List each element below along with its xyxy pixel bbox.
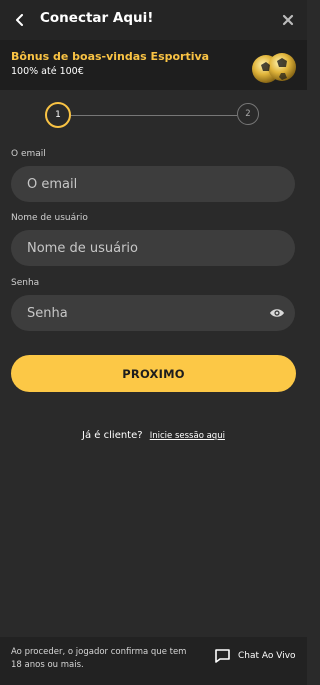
close-icon[interactable] (281, 12, 295, 26)
password-label: Senha (11, 278, 40, 288)
password-field[interactable]: Senha (11, 295, 295, 331)
eye-icon[interactable] (269, 307, 285, 319)
next-button[interactable]: PROXIMO (11, 355, 296, 392)
header: Conectar Aqui! (0, 0, 307, 40)
step-connector (71, 115, 237, 116)
live-chat-button[interactable]: Chat Ao Vivo (214, 648, 296, 664)
login-link[interactable]: Inicie sessão aqui (150, 431, 225, 441)
password-placeholder: Senha (27, 305, 68, 321)
bonus-banner: Bônus de boas-vindas Esportiva 100% até … (0, 40, 307, 90)
step-1: 1 (45, 102, 71, 128)
stepper: 1 2 (0, 90, 307, 140)
login-question: Já é cliente? (82, 430, 143, 441)
email-field[interactable]: O email (11, 166, 295, 202)
page-title: Conectar Aqui! (40, 10, 154, 26)
football-icon (251, 51, 297, 85)
back-arrow-icon[interactable] (13, 12, 27, 28)
email-label: O email (11, 149, 46, 159)
chat-icon (214, 648, 231, 664)
step-2: 2 (237, 103, 259, 125)
login-prompt: Já é cliente? Inicie sessão aqui (0, 430, 307, 441)
chat-label: Chat Ao Vivo (238, 651, 296, 661)
bonus-title: Bônus de boas-vindas Esportiva (11, 50, 210, 63)
bonus-subtitle: 100% até 100€ (11, 66, 84, 77)
username-label: Nome de usuário (11, 213, 88, 223)
footer: Ao proceder, o jogador confirma que tem … (0, 637, 307, 685)
age-disclaimer: Ao proceder, o jogador confirma que tem … (11, 647, 187, 670)
username-field[interactable]: Nome de usuário (11, 230, 295, 266)
